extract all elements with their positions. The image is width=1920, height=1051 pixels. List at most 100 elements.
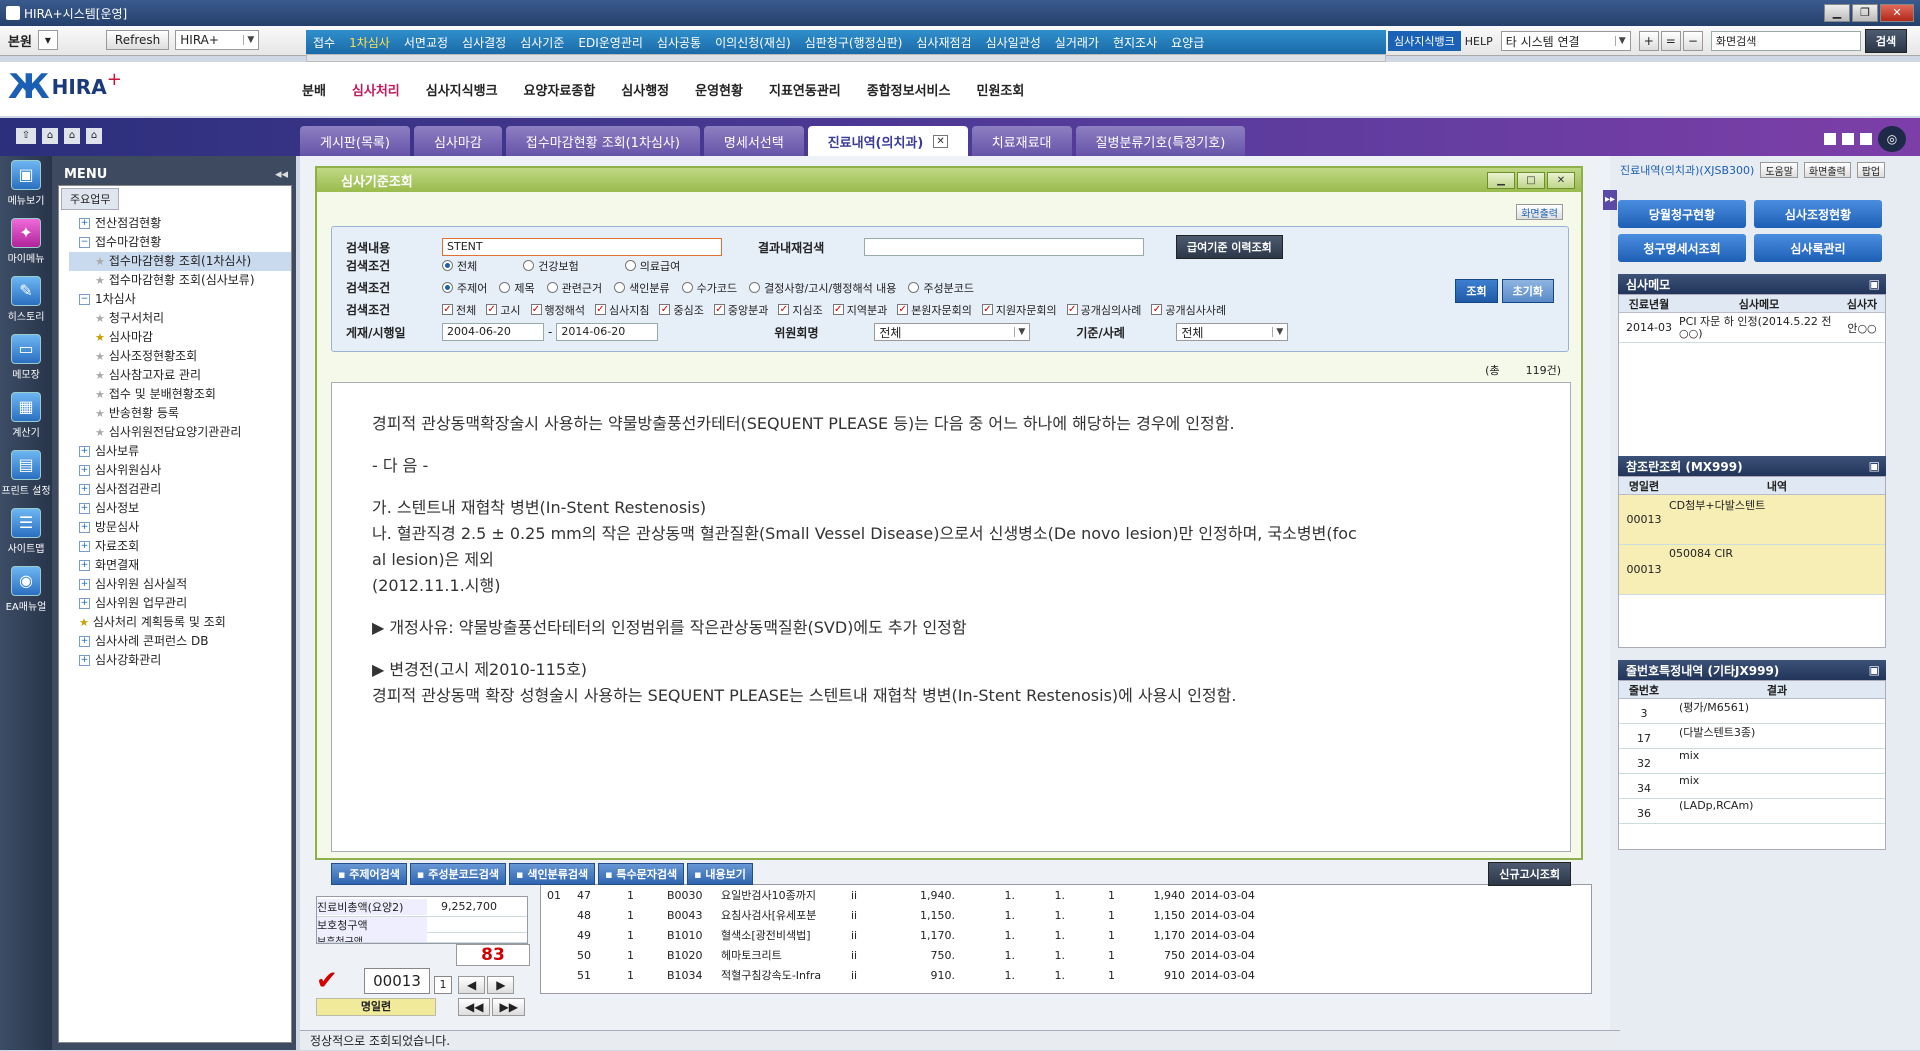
radio-icon[interactable] [499,282,511,293]
menu-tree-item[interactable]: − 접수마감현황 [69,233,291,252]
sidebar-my-menu-button[interactable]: ✦ 마이메뉴 [0,218,52,272]
menu-item[interactable]: EDI운영관리 [571,34,650,51]
expand-icon[interactable]: + [79,503,90,514]
menu-tree-item[interactable]: ★ 심사처리 계획등록 및 조회 [69,613,291,632]
radio-icon[interactable] [546,282,558,293]
settings-icon[interactable]: ◎ [1878,126,1906,152]
radio-option[interactable]: 주성분코드 [908,280,974,296]
menu-scrollbar[interactable] [306,54,1386,62]
nav-item[interactable]: 종합정보서비스 [867,80,951,99]
expand-icon[interactable]: + [79,541,90,552]
star-icon[interactable]: ★ [95,404,105,423]
zoom-out-button[interactable]: − [1682,31,1703,51]
sidebar-menu-view-button[interactable]: ▣ 메뉴보기 [0,160,52,214]
collapse-icon[interactable]: ▣ [1869,663,1880,677]
checkbox-option[interactable]: ✓ 지원자문회의 [981,302,1057,318]
checkbox-option[interactable]: ✓ 공개심사사례 [1151,302,1226,318]
expand-panel-icon[interactable]: ▸▸ [1603,190,1617,210]
collapse-icon[interactable]: ▣ [1869,277,1880,291]
print-screen-button[interactable]: 화면출력 [1516,204,1563,220]
standard-select[interactable]: 전체 ▼ [1176,323,1289,341]
radio-option[interactable]: 수가코드 [681,280,737,296]
radio-option[interactable]: 제목 [499,280,535,296]
org-select[interactable]: 본원 ▾ [8,30,58,50]
dialog-maximize-button[interactable]: □ [1517,171,1545,189]
nav-item[interactable]: 분배 [302,80,326,99]
screen-search-input[interactable]: 화면검색 [1710,31,1861,51]
monthly-claim-button[interactable]: 당월청구현황 [1618,200,1746,228]
menu-tree-item[interactable]: ★ 반송현황 등록 [69,404,291,423]
expand-icon[interactable]: + [79,560,90,571]
history-button[interactable]: 급여기준 이력조회 [1176,235,1283,259]
menu-tree-item[interactable]: + 심사강화관리 [69,651,291,670]
checkbox-icon[interactable]: ✓ [1151,304,1163,315]
last-button[interactable]: ▶▶ [492,998,525,1016]
expand-icon[interactable]: + [79,655,90,666]
menu-tree-item[interactable]: −1차심사 [69,290,291,309]
claim-statement-button[interactable]: 청구명세서조회 [1618,234,1746,262]
collapse-menu-icon[interactable]: ◂◂ [275,167,288,182]
collapse-icon[interactable]: − [79,237,90,248]
system-link-select[interactable]: 타 시스템 연결 ▼ [1500,31,1631,51]
date-to-input[interactable]: 2014-06-20 [556,323,659,341]
checkbox-icon[interactable]: ✓ [486,304,498,315]
radio-option[interactable]: 주제어 [442,280,487,296]
layout-icon[interactable] [1842,133,1854,145]
checkbox-option[interactable]: ✓ 공개심의사례 [1066,302,1141,318]
minimize-button[interactable]: ▁ [1824,4,1850,22]
serial-input[interactable]: 00013 [364,968,430,994]
new-notice-button[interactable]: 신규고시조회 [1488,862,1571,886]
memo-row[interactable]: 2014-03 PCI 자문 하 인정(2014.5.22 전○○) 안○○ [1619,313,1885,343]
close-icon[interactable]: ✕ [933,134,948,148]
tab-item[interactable]: 진료내역(의치과) ✕ [807,126,968,156]
nav-item[interactable]: 심사처리 [352,80,400,99]
star-icon[interactable]: ★ [95,366,105,385]
menu-tree-item[interactable]: + 심사정보 [69,499,291,518]
next-button[interactable]: ▶ [487,976,515,994]
sidebar-history-button[interactable]: ✎ 히스토리 [0,276,52,330]
expand-icon[interactable]: + [79,598,90,609]
tab-item[interactable]: 명세서선택 [703,126,804,156]
checkbox-icon[interactable]: ✓ [778,304,790,315]
tab-item[interactable]: 질병분류기호(특정기호) [1075,126,1246,156]
nav-item[interactable]: 민원조회 [976,80,1024,99]
table-row[interactable]: 49 1 B1010 혈색소[광전비색법] ii 1,170. 1. 1. 1 1,170 2014… [541,925,1591,945]
table-row[interactable]: 01 47 1 B0030 요일반검사10종까지 ii 1,940. 1. 1. 1 1,940 20… [541,885,1591,905]
tab-item[interactable]: 게시판(목록) [300,126,410,156]
expand-icon[interactable]: + [79,218,90,229]
checkbox-icon[interactable]: ✓ [1066,304,1078,315]
tab-main-tasks[interactable]: 주요업무 [61,188,120,210]
expand-icon[interactable]: + [79,522,90,533]
menu-tree-item[interactable]: ★ 접수마감현황 조회(심사보류) [69,271,291,290]
checkbox-option[interactable]: ✓ 중앙분과 [713,302,768,318]
checkbox-icon[interactable]: ✓ [832,304,844,315]
footer-button[interactable]: ▪ 내용보기 [687,863,753,885]
checkbox-option[interactable]: ✓ 행정해석 [530,302,585,318]
radio-icon[interactable] [442,260,453,271]
table-row[interactable]: 51 1 B1034 적혈구침강속도-Infra ii 910. 1. 1. 1 910 2014-… [541,965,1591,985]
checkbox-option[interactable]: ✓ 고시 [486,302,521,318]
menu-tree-item[interactable]: ★ 심사참고자료 관리 [69,366,291,385]
menu-tree-item[interactable]: ★ 심사위원전담요양기관관리 [69,423,291,442]
screen-search-button[interactable]: 검색 [1864,29,1908,53]
menu-item[interactable]: 접수 [306,34,342,51]
radio-icon[interactable] [442,282,453,293]
radio-option[interactable]: 의료급여 [624,258,680,274]
nav-item[interactable]: 심사행정 [621,80,669,99]
query-button[interactable]: 조회 [1455,279,1498,303]
keyword-input[interactable]: STENT [442,238,722,256]
menu-tree-item[interactable]: + 전산점검현황 [69,214,291,233]
restore-button[interactable]: ❐ [1852,4,1878,22]
star-icon[interactable]: ★ [95,309,105,328]
menu-tree-item[interactable]: ★ 심사조정현황조회 [69,347,291,366]
menu-item[interactable]: 심사결정 [455,34,513,51]
tab-item[interactable]: 심사마감 [413,126,502,156]
menu-tree-item[interactable]: + 심사위원 업무관리 [69,594,291,613]
checkbox-option[interactable]: ✓ 지역분과 [832,302,887,318]
expand-icon[interactable]: + [79,465,90,476]
print-screen-button[interactable]: 화면출력 [1803,162,1851,178]
menu-item[interactable]: 1차심사 [342,34,397,51]
dialog-close-button[interactable]: ✕ [1547,171,1575,189]
menu-tree-item[interactable]: + 자료조회 [69,537,291,556]
nav-item[interactable]: 심사지식뱅크 [426,80,498,99]
